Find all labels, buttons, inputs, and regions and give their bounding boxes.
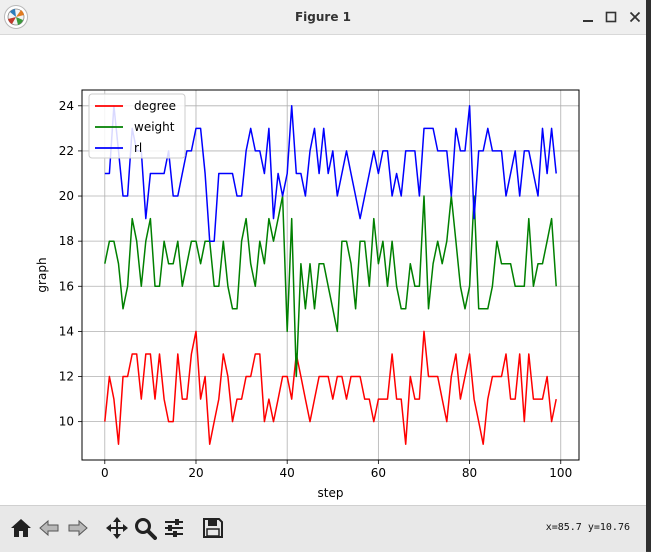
configure-subplots-button[interactable]: [161, 514, 187, 542]
y-tick-label: 16: [59, 279, 74, 293]
x-tick-label: 0: [101, 466, 109, 480]
y-tick-label: 22: [59, 144, 74, 158]
close-icon: [629, 11, 641, 23]
y-tick-label: 24: [59, 99, 74, 113]
maximize-icon: [605, 11, 617, 23]
zoom-button[interactable]: [132, 514, 158, 542]
close-button[interactable]: [626, 8, 644, 26]
x-tick-label: 60: [371, 466, 386, 480]
back-button[interactable]: [36, 514, 62, 542]
pan-button[interactable]: [104, 514, 130, 542]
maximize-button[interactable]: [602, 8, 620, 26]
legend-label-rl: rl: [134, 141, 142, 155]
forward-button[interactable]: [65, 514, 91, 542]
sliders-icon: [165, 519, 183, 537]
cursor-coordinates: x=85.7 y=10.76: [545, 522, 630, 533]
y-tick-label: 14: [59, 324, 74, 338]
save-button[interactable]: [200, 514, 226, 542]
series-line-degree: [104, 330, 557, 445]
desktop-background: [646, 0, 651, 551]
minimize-icon: [583, 20, 593, 22]
plot-canvas[interactable]: 0 20 40 60 80 100 10 12 14 16 18 20 22 24 step graph …: [0, 35, 646, 505]
minimize-button[interactable]: [579, 8, 597, 26]
forward-arrow-icon: [68, 519, 88, 537]
x-tick-label: 80: [462, 466, 477, 480]
figure-window: Figure 1 0 20 40 60 80 100 10 12 14 16 18 20 22 24 st…: [0, 0, 647, 552]
title-bar: Figure 1: [0, 0, 646, 35]
magnifier-icon: [135, 518, 157, 540]
y-tick-label: 12: [59, 370, 74, 384]
y-tick-label: 10: [59, 415, 74, 429]
x-tick-label: 20: [188, 466, 203, 480]
floppy-disk-icon: [203, 518, 223, 538]
home-button[interactable]: [8, 514, 34, 542]
x-axis-label: step: [318, 486, 344, 500]
x-tick-label: 100: [549, 466, 572, 480]
matplotlib-logo-icon: [4, 5, 28, 29]
line-chart: 0 20 40 60 80 1001012141618202224 step graph …: [35, 89, 580, 500]
y-tick-label: 20: [59, 189, 74, 203]
back-arrow-icon: [39, 519, 59, 537]
y-tick-label: 18: [59, 234, 74, 248]
x-tick-label: 40: [280, 466, 295, 480]
legend: degree weight rl: [88, 93, 186, 159]
y-axis-label: graph: [35, 257, 49, 292]
navigation-toolbar: x=85.7 y=10.76: [0, 505, 646, 552]
window-title: Figure 1: [294, 10, 352, 24]
home-icon: [11, 519, 31, 537]
move-arrows-icon: [106, 517, 128, 539]
legend-label-weight: weight: [134, 120, 175, 134]
legend-label-degree: degree: [134, 99, 176, 113]
